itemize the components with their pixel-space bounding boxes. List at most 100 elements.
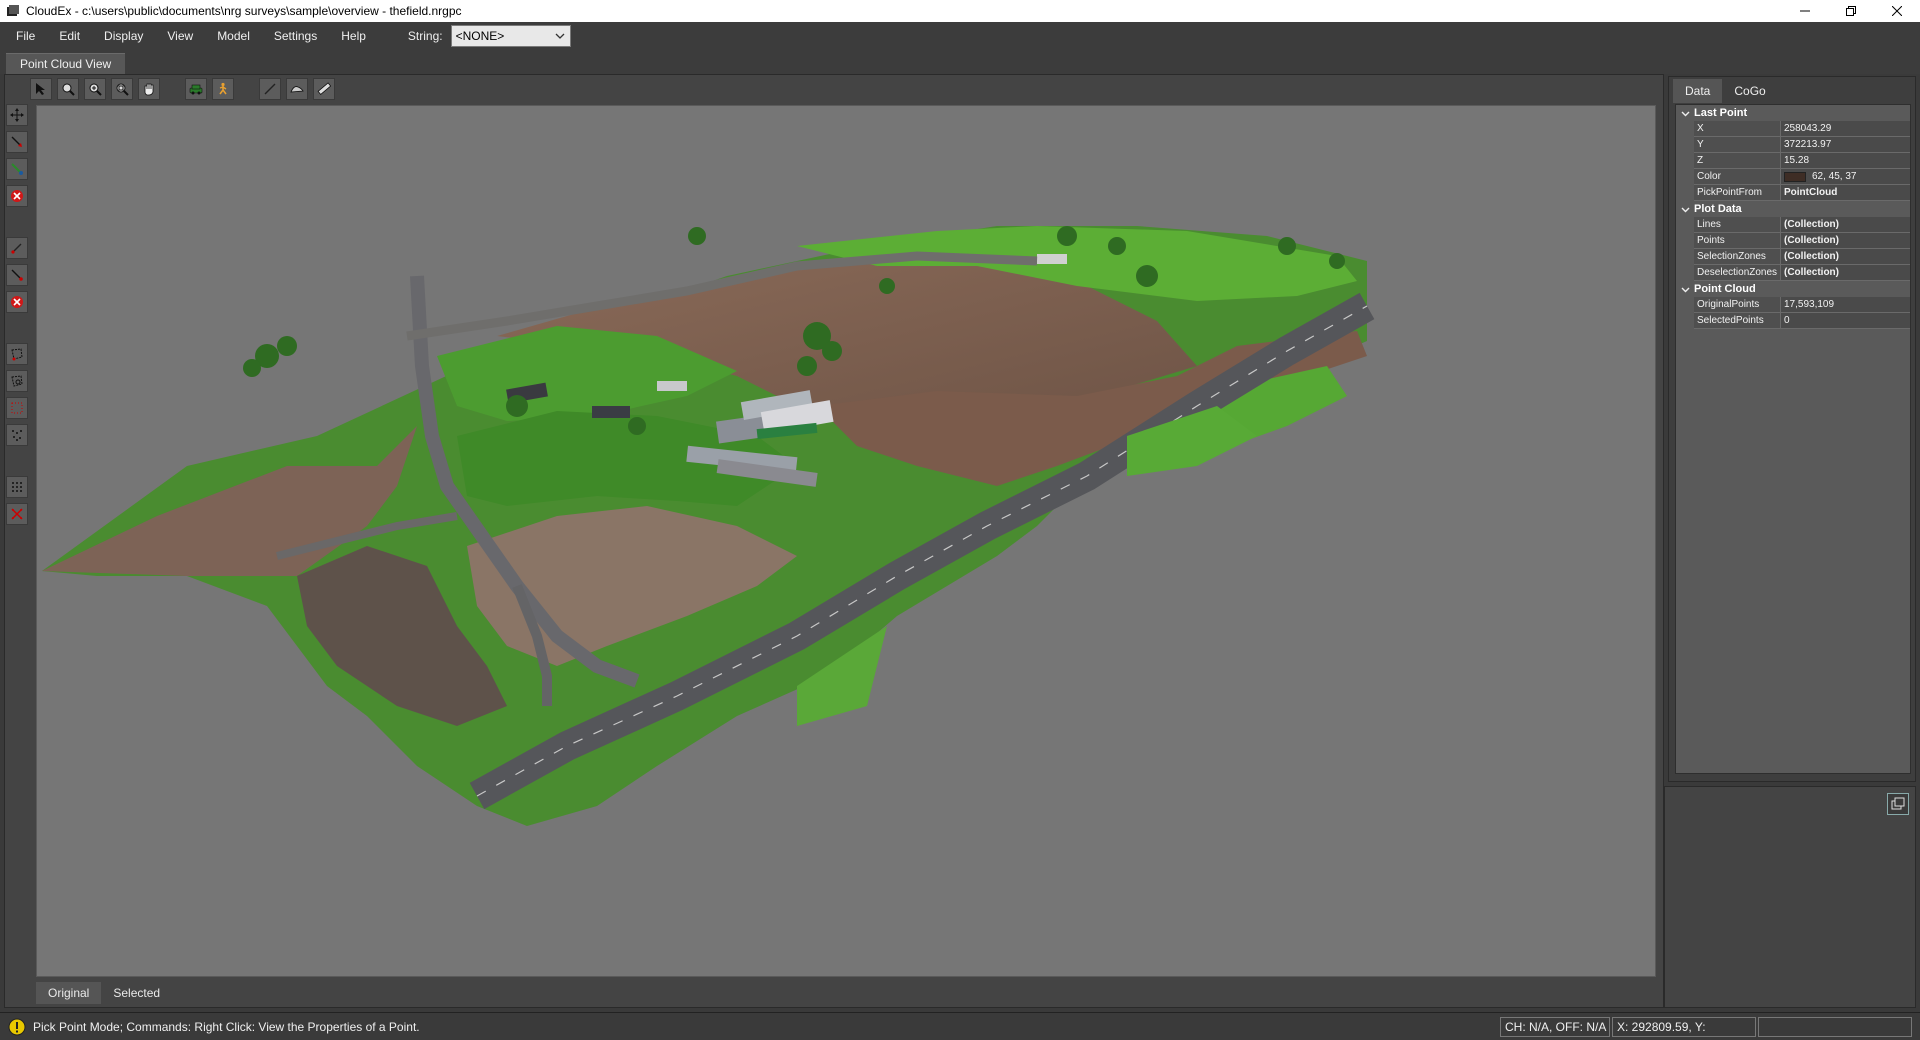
float-window-button[interactable] bbox=[1887, 793, 1909, 815]
tab-cogo[interactable]: CoGo bbox=[1722, 79, 1777, 103]
prop-row-points[interactable]: Points (Collection) bbox=[1694, 233, 1910, 249]
grid-select-button[interactable] bbox=[6, 476, 28, 498]
prop-row-z[interactable]: Z 15.28 bbox=[1694, 153, 1910, 169]
left-toolbar bbox=[6, 104, 30, 530]
tab-selected[interactable]: Selected bbox=[101, 982, 172, 1004]
point-cloud-render bbox=[42, 226, 1375, 826]
color-value: 62, 45, 37 bbox=[1812, 171, 1857, 182]
prop-value: 62, 45, 37 bbox=[1781, 169, 1910, 184]
prop-value: (Collection) bbox=[1781, 265, 1910, 280]
tab-original[interactable]: Original bbox=[36, 982, 102, 1004]
category-last-point[interactable]: Last Point bbox=[1676, 105, 1910, 121]
bottom-tabs: Original Selected bbox=[36, 982, 172, 1004]
zoom-in-button[interactable] bbox=[84, 78, 106, 100]
zoom-icon bbox=[62, 83, 75, 96]
menu-help[interactable]: Help bbox=[329, 22, 378, 50]
walking-person-icon bbox=[219, 82, 227, 95]
prop-row-deselectionzones[interactable]: DeselectionZones (Collection) bbox=[1694, 265, 1910, 281]
delete-lines-button[interactable] bbox=[6, 185, 28, 207]
tab-data[interactable]: Data bbox=[1673, 79, 1723, 103]
menu-model[interactable]: Model bbox=[205, 22, 262, 50]
app-icon bbox=[7, 5, 19, 16]
measure-line-icon bbox=[264, 83, 276, 95]
prop-row-x[interactable]: X 258043.29 bbox=[1694, 121, 1910, 137]
collapse-icon[interactable] bbox=[1676, 105, 1694, 121]
polygon-deselect-icon bbox=[11, 375, 23, 387]
prop-row-lines[interactable]: Lines (Collection) bbox=[1694, 217, 1910, 233]
title-bar: CloudEx - c:\users\public\documents\nrg … bbox=[0, 0, 1920, 22]
zoom-button[interactable] bbox=[57, 78, 79, 100]
prop-key: DeselectionZones bbox=[1694, 265, 1781, 280]
prop-key: Z bbox=[1694, 153, 1781, 168]
clear-selection-button[interactable] bbox=[6, 503, 28, 525]
prop-value: 258043.29 bbox=[1781, 121, 1910, 136]
category-point-cloud-label: Point Cloud bbox=[1694, 283, 1756, 295]
prop-row-pickpointfrom[interactable]: PickPointFrom PointCloud bbox=[1694, 185, 1910, 201]
chevron-down-icon bbox=[555, 33, 565, 39]
delete-points-button[interactable] bbox=[6, 291, 28, 313]
point-cloud-viewport[interactable] bbox=[36, 105, 1656, 977]
prop-value: 0 bbox=[1781, 313, 1910, 328]
prop-row-color[interactable]: Color 62, 45, 37 bbox=[1694, 169, 1910, 185]
warning-icon bbox=[8, 1018, 26, 1036]
zoom-extents-icon bbox=[116, 83, 129, 96]
prop-key: OriginalPoints bbox=[1694, 297, 1781, 312]
pick-point-button[interactable] bbox=[30, 78, 52, 100]
prop-row-selectedpoints[interactable]: SelectedPoints 0 bbox=[1694, 313, 1910, 329]
string-select[interactable]: <NONE> bbox=[450, 25, 571, 47]
prop-row-selectionzones[interactable]: SelectionZones (Collection) bbox=[1694, 249, 1910, 265]
dotted-select-icon bbox=[11, 402, 23, 414]
scatter-select-button[interactable] bbox=[6, 424, 28, 446]
grid-dots-icon bbox=[12, 482, 22, 492]
close-icon bbox=[1892, 6, 1902, 16]
minimize-button[interactable] bbox=[1782, 0, 1828, 22]
menu-file[interactable]: File bbox=[0, 22, 47, 50]
string-label: String: bbox=[407, 29, 443, 43]
prop-value: 372213.97 bbox=[1781, 137, 1910, 152]
minimize-icon bbox=[1800, 10, 1810, 12]
category-plot-data[interactable]: Plot Data bbox=[1676, 201, 1910, 217]
channel-status: CH: N/A, OFF: N/A bbox=[1500, 1017, 1610, 1037]
category-point-cloud[interactable]: Point Cloud bbox=[1676, 281, 1910, 297]
zoom-extents-button[interactable] bbox=[111, 78, 133, 100]
zoom-in-icon bbox=[89, 83, 102, 96]
menu-settings[interactable]: Settings bbox=[262, 22, 329, 50]
measure-line-button[interactable] bbox=[259, 78, 281, 100]
window-title: CloudEx - c:\users\public\documents\nrg … bbox=[26, 4, 462, 18]
menu-edit[interactable]: Edit bbox=[47, 22, 92, 50]
menu-display[interactable]: Display bbox=[92, 22, 155, 50]
prop-key: Y bbox=[1694, 137, 1781, 152]
edit-line-button[interactable] bbox=[6, 158, 28, 180]
string-select-value: <NONE> bbox=[455, 29, 505, 43]
close-button[interactable] bbox=[1874, 0, 1920, 22]
tab-point-cloud-view[interactable]: Point Cloud View bbox=[6, 53, 126, 74]
arrow-cursor-icon bbox=[36, 83, 45, 95]
prop-row-y[interactable]: Y 372213.97 bbox=[1694, 137, 1910, 153]
prop-value: 17,593,109 bbox=[1781, 297, 1910, 312]
prop-value: (Collection) bbox=[1781, 217, 1910, 232]
draw-line-button[interactable] bbox=[6, 131, 28, 153]
move-button[interactable] bbox=[6, 104, 28, 126]
walk-mode-button[interactable] bbox=[212, 78, 234, 100]
collapse-icon[interactable] bbox=[1676, 281, 1694, 297]
edit-point-button[interactable] bbox=[6, 264, 28, 286]
surface-button[interactable] bbox=[286, 78, 308, 100]
ruler-button[interactable] bbox=[313, 78, 335, 100]
properties-tabs: Data CoGo bbox=[1673, 79, 1778, 103]
surface-icon bbox=[290, 86, 304, 93]
select-points-button[interactable] bbox=[6, 397, 28, 419]
draw-point-button[interactable] bbox=[6, 237, 28, 259]
prop-key: Lines bbox=[1694, 217, 1781, 232]
coordinate-readout: X: 292809.59, Y: 392366.38 bbox=[1612, 1017, 1756, 1040]
collapse-icon[interactable] bbox=[1676, 201, 1694, 217]
restore-button[interactable] bbox=[1828, 0, 1874, 22]
ruler-icon bbox=[317, 82, 331, 95]
pan-button[interactable] bbox=[138, 78, 160, 100]
category-last-point-label: Last Point bbox=[1694, 107, 1748, 119]
menu-view[interactable]: View bbox=[155, 22, 205, 50]
prop-key: Points bbox=[1694, 233, 1781, 248]
drive-mode-button[interactable] bbox=[185, 78, 207, 100]
selection-zone-button[interactable] bbox=[6, 343, 28, 365]
prop-row-originalpoints[interactable]: OriginalPoints 17,593,109 bbox=[1694, 297, 1910, 313]
deselection-zone-button[interactable] bbox=[6, 370, 28, 392]
